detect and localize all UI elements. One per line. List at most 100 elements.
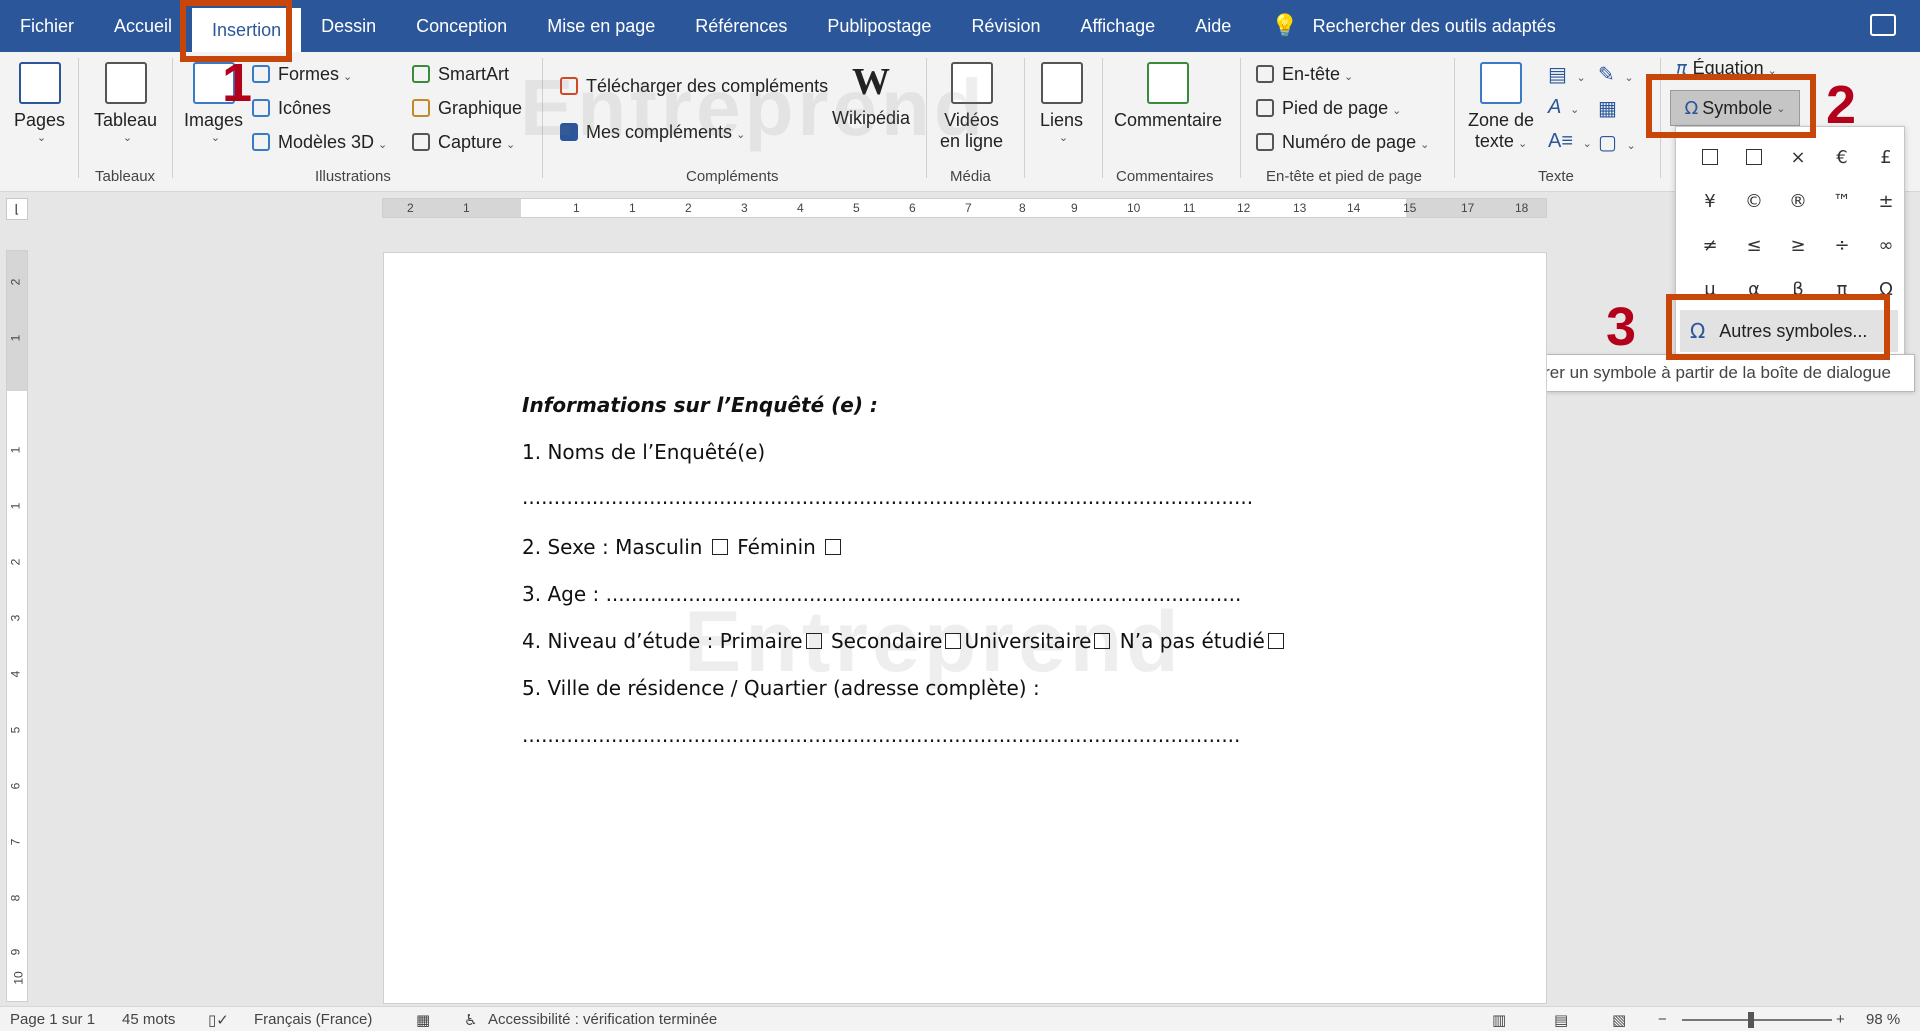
tab-accueil[interactable]: Accueil <box>94 0 192 52</box>
symbol-omega[interactable]: Ω <box>1864 267 1908 311</box>
checkbox-universitaire[interactable] <box>1094 633 1111 649</box>
liens-label: Liens <box>1040 110 1084 130</box>
icones-button[interactable]: Icônes <box>252 98 331 119</box>
commentaire-button[interactable]: Commentaire <box>1114 62 1222 131</box>
symbol-mu[interactable]: μ <box>1688 267 1732 311</box>
signature-line-icon[interactable]: ✎ ⌄ <box>1598 62 1634 87</box>
equation-button[interactable]: π Équation ⌄ <box>1676 58 1777 79</box>
tab-conception[interactable]: Conception <box>396 0 527 52</box>
zoom-out-button[interactable]: − <box>1658 1011 1667 1028</box>
symbol-registered[interactable]: ® <box>1776 179 1820 223</box>
date-time-icon[interactable]: ▦ <box>1598 96 1617 121</box>
language-status[interactable]: Français (France) <box>254 1011 372 1028</box>
web-layout-icon[interactable]: ▧ <box>1612 1011 1626 1029</box>
object-icon[interactable]: ▢ ⌄ <box>1598 130 1636 155</box>
symbol-alpha[interactable]: α <box>1732 267 1776 311</box>
tableau-button[interactable]: Tableau ⌄ <box>94 62 157 144</box>
omega-icon: Ω <box>1684 97 1699 119</box>
zoom-slider-track[interactable] <box>1682 1019 1832 1021</box>
symbol-trademark[interactable]: ™ <box>1820 179 1864 223</box>
comments-icon[interactable] <box>1870 14 1896 36</box>
symbol-pi[interactable]: π <box>1820 267 1864 311</box>
tab-publipostage[interactable]: Publipostage <box>807 0 951 52</box>
drop-cap-icon[interactable]: A≡ ⌄ <box>1548 130 1592 153</box>
symbol-beta[interactable]: β <box>1776 267 1820 311</box>
word-count[interactable]: 45 mots <box>122 1011 175 1028</box>
header-icon <box>1256 65 1274 83</box>
symbol-divide[interactable]: ÷ <box>1820 223 1864 267</box>
tab-revision[interactable]: Révision <box>951 0 1060 52</box>
checkbox-feminin[interactable] <box>825 539 842 555</box>
symbole-button[interactable]: Ω Symbole ⌄ <box>1670 90 1800 126</box>
formes-button[interactable]: Formes ⌄ <box>252 64 352 85</box>
symbol-checkbox-1[interactable] <box>1688 135 1732 179</box>
capture-button[interactable]: Capture ⌄ <box>412 132 515 153</box>
smartart-button[interactable]: SmartArt <box>412 64 509 85</box>
graphique-button[interactable]: Graphique <box>412 98 522 119</box>
modeles3d-button[interactable]: Modèles 3D ⌄ <box>252 132 387 153</box>
checkbox-masculin[interactable] <box>711 539 728 555</box>
modeles3d-label: Modèles 3D <box>278 132 375 152</box>
wikipedia-button[interactable]: W Wikipédia <box>832 60 910 129</box>
zoom-slider-thumb[interactable] <box>1748 1012 1754 1028</box>
print-layout-icon[interactable]: ▤ <box>1554 1011 1568 1029</box>
ruler-tick: 2 <box>8 558 23 566</box>
tab-selector[interactable]: ⌊ <box>6 198 28 220</box>
symbol-multiply[interactable]: × <box>1776 135 1820 179</box>
group-entete-pied: En-tête et pied de page <box>1266 168 1422 185</box>
en-tete-button[interactable]: En-tête ⌄ <box>1256 64 1353 85</box>
tab-fichier[interactable]: Fichier <box>0 0 94 52</box>
accessibility-status[interactable]: Accessibilité : vérification terminée <box>488 1011 717 1028</box>
lightbulb-icon: 💡 <box>1271 13 1299 38</box>
proofing-icon[interactable]: ▯✓ <box>208 1011 229 1029</box>
wordart-icon[interactable]: A ⌄ <box>1548 96 1579 119</box>
telecharger-complements-button[interactable]: Télécharger des compléments <box>560 76 828 97</box>
mes-complements-button[interactable]: Mes compléments ⌄ <box>560 122 745 143</box>
symbol-infinity[interactable]: ∞ <box>1864 223 1908 267</box>
icons-icon <box>252 99 270 117</box>
page-count[interactable]: Page 1 sur 1 <box>10 1011 95 1028</box>
symbol-not-equal[interactable]: ≠ <box>1688 223 1732 267</box>
pied-de-page-button[interactable]: Pied de page ⌄ <box>1256 98 1401 119</box>
quick-parts-icon[interactable]: ▤ ⌄ <box>1548 62 1586 87</box>
checkbox-primaire[interactable] <box>805 633 822 649</box>
text-predictions-icon[interactable]: ▦ <box>416 1011 430 1029</box>
numero-label: Numéro de page <box>1282 132 1417 152</box>
equation-label: Équation <box>1692 58 1764 78</box>
symbol-checkbox-2[interactable] <box>1732 135 1776 179</box>
ruler-tick: 9 <box>8 948 23 956</box>
read-mode-icon[interactable]: ▥ <box>1492 1011 1506 1029</box>
document-page[interactable]: Entreprend Informations sur l’Enquêté (e… <box>383 252 1547 1004</box>
tab-dessin[interactable]: Dessin <box>301 0 396 52</box>
tab-aide[interactable]: Aide <box>1175 0 1251 52</box>
symbol-copyright[interactable]: © <box>1732 179 1776 223</box>
liens-button[interactable]: Liens ⌄ <box>1040 62 1083 144</box>
autres-symboles-button[interactable]: Ω Autres symboles... <box>1680 310 1898 352</box>
symbol-euro[interactable]: € <box>1820 135 1864 179</box>
text-box-icon <box>1480 62 1523 104</box>
symbol-plus-minus[interactable]: ± <box>1864 179 1908 223</box>
zoom-level[interactable]: 98 % <box>1866 1011 1900 1028</box>
pages-button[interactable]: Pages ⌄ <box>14 62 65 144</box>
checkbox-none[interactable] <box>1267 633 1284 649</box>
zoom-in-button[interactable]: + <box>1836 1011 1845 1028</box>
tab-references[interactable]: Références <box>675 0 807 52</box>
question-3: 3. Age : ...............................… <box>522 582 1242 606</box>
numero-de-page-button[interactable]: Numéro de page ⌄ <box>1256 132 1429 153</box>
symbol-yen[interactable]: ¥ <box>1688 179 1732 223</box>
tab-insertion[interactable]: Insertion <box>192 8 302 52</box>
symbol-greater-equal[interactable]: ≥ <box>1776 223 1820 267</box>
checkbox-secondaire[interactable] <box>945 633 962 649</box>
horizontal-ruler[interactable]: 2 1 1 1 2 3 4 5 6 7 8 9 10 11 12 13 14 1… <box>382 198 1547 218</box>
ruler-tick: 10 <box>1127 201 1141 215</box>
tab-mise-en-page[interactable]: Mise en page <box>527 0 675 52</box>
videos-en-ligne-button[interactable]: Vidéos en ligne <box>940 62 1003 152</box>
accessibility-icon: ♿ <box>464 1012 478 1029</box>
vertical-ruler[interactable]: 2 1 1 1 2 3 4 5 6 7 8 9 10 <box>6 250 28 1002</box>
zone-de-texte-button[interactable]: Zone de texte ⌄ <box>1468 62 1534 152</box>
search-tools[interactable]: 💡 Rechercher des outils adaptés <box>1271 13 1556 39</box>
symbol-pound[interactable]: £ <box>1864 135 1908 179</box>
tab-affichage[interactable]: Affichage <box>1060 0 1175 52</box>
smartart-label: SmartArt <box>438 64 510 84</box>
symbol-less-equal[interactable]: ≤ <box>1732 223 1776 267</box>
